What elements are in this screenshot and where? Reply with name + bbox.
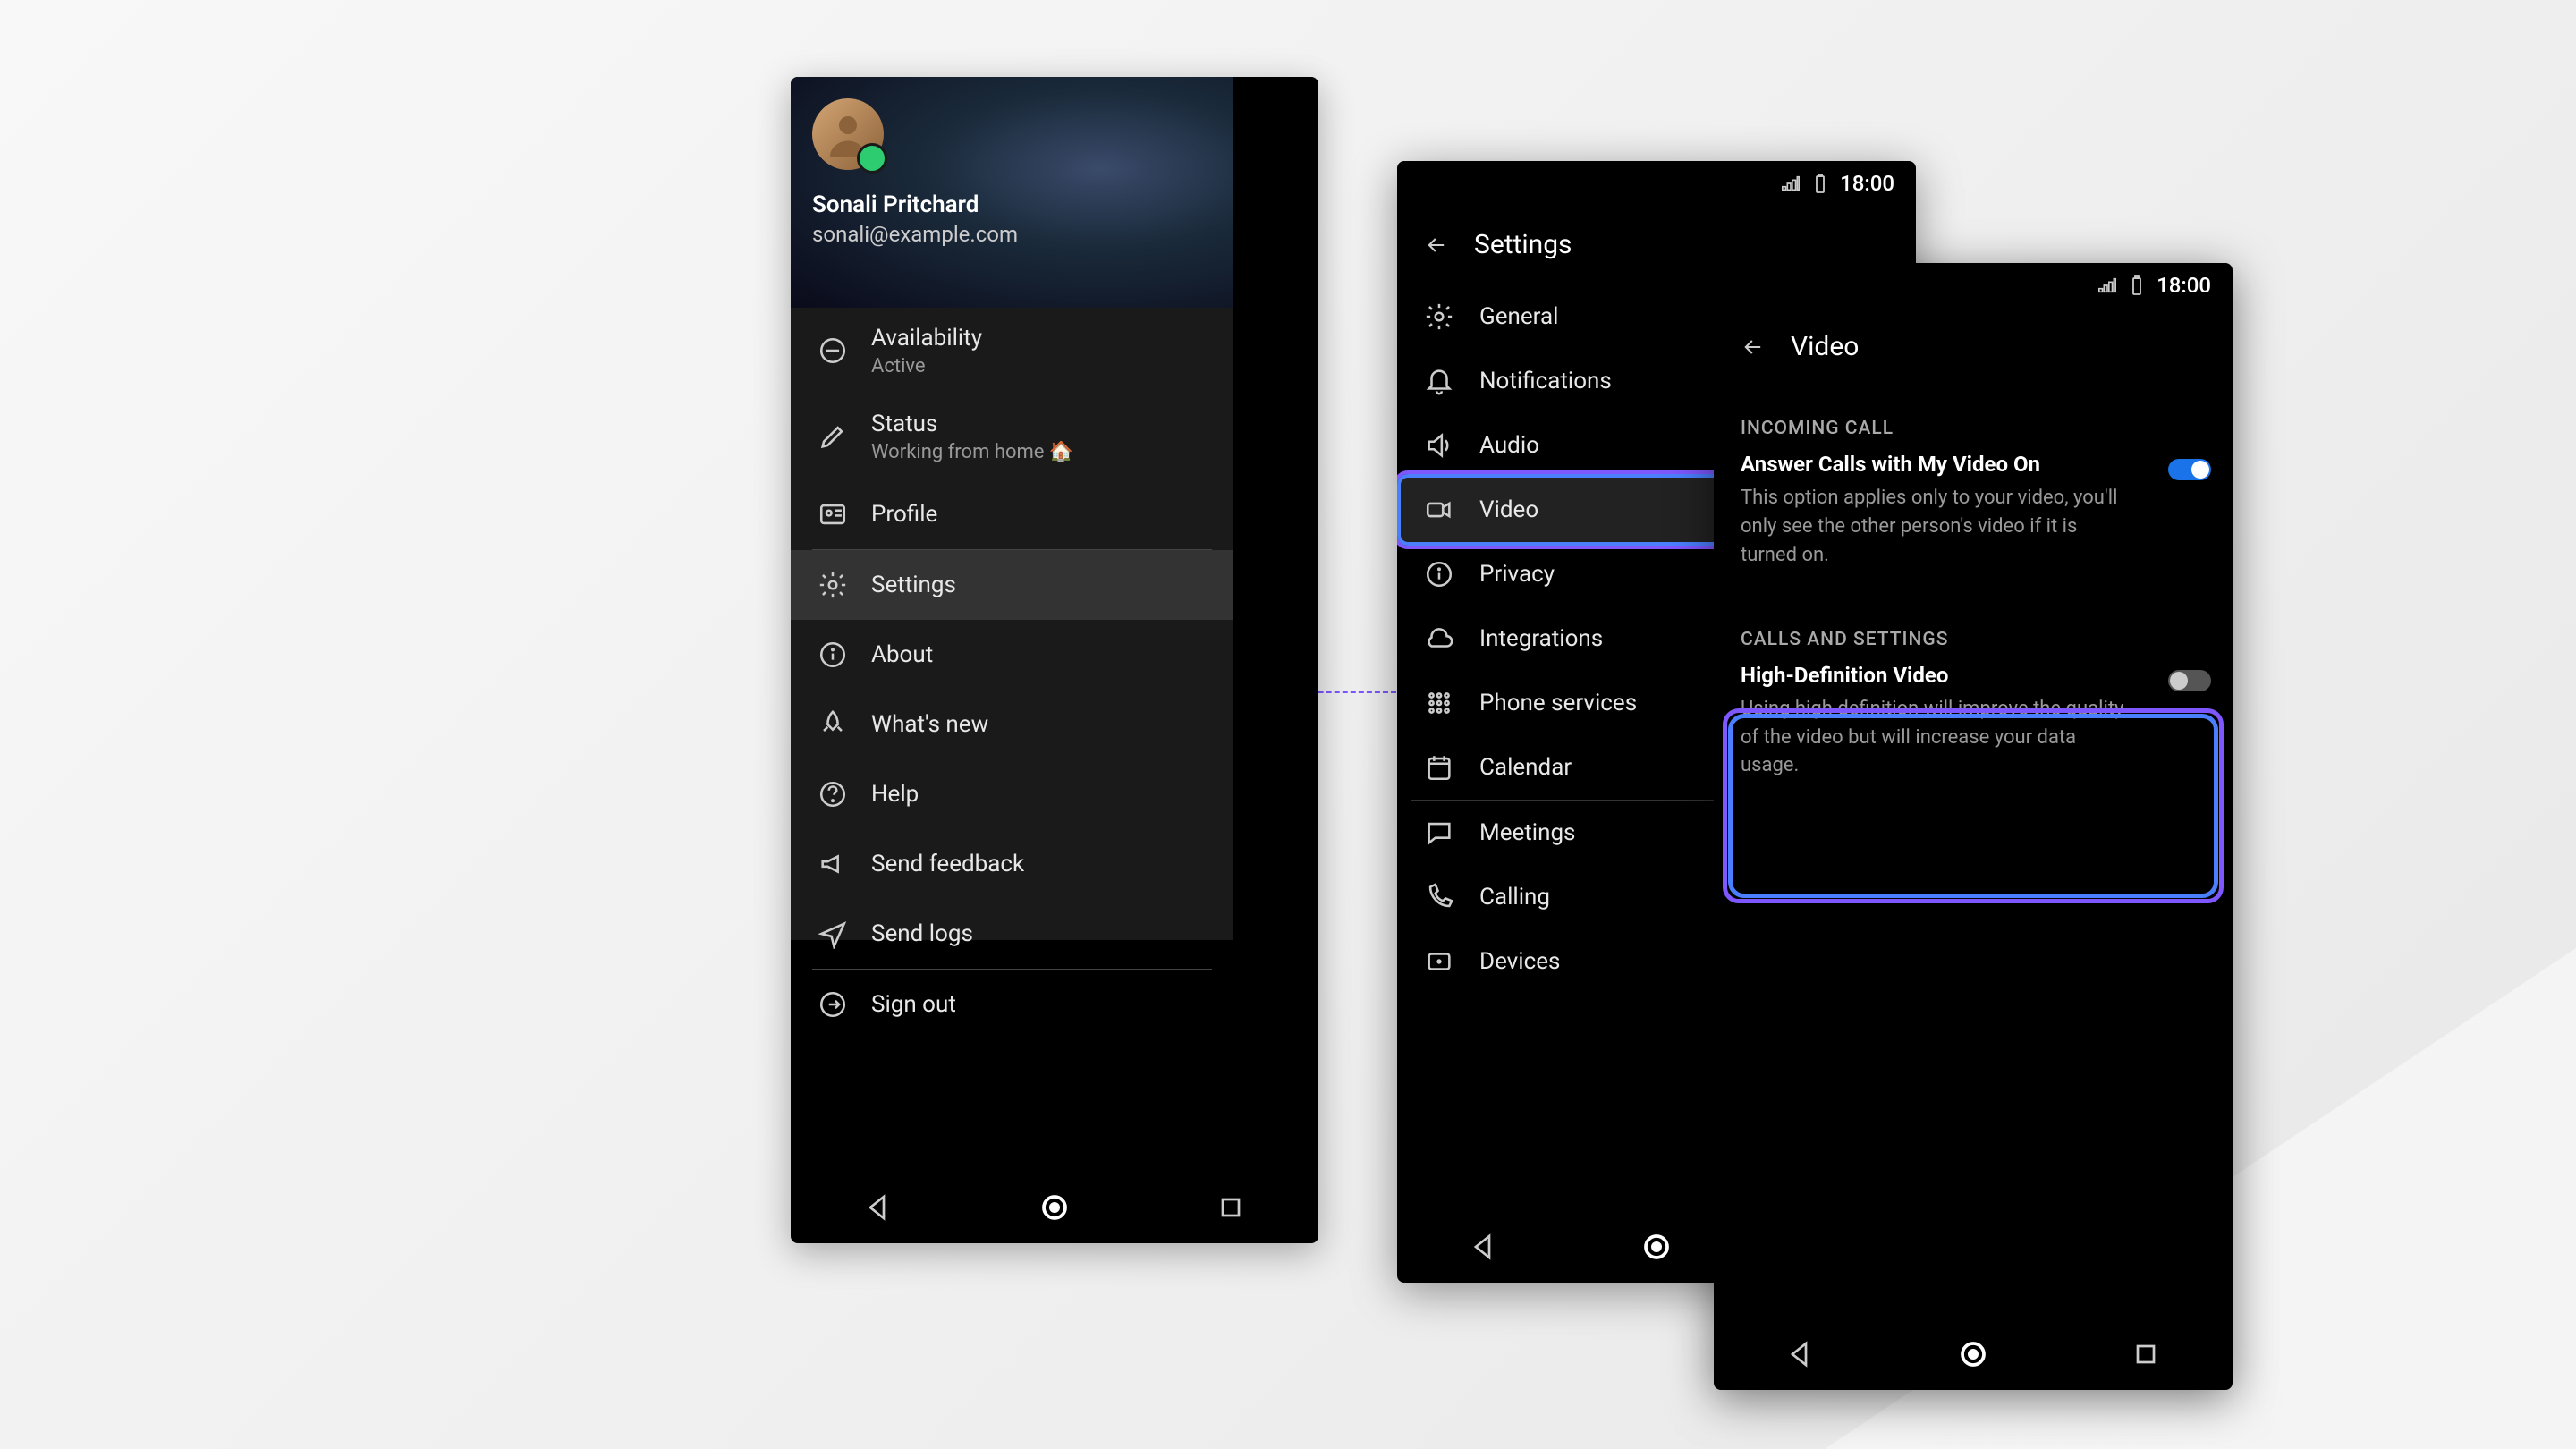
drawer-item-logs[interactable]: Send logs bbox=[791, 899, 1233, 969]
nav-back[interactable] bbox=[862, 1191, 894, 1224]
profile-card-icon bbox=[818, 499, 848, 530]
gear-icon bbox=[1424, 301, 1454, 332]
privacy-label: Privacy bbox=[1479, 561, 1555, 588]
dialpad-icon bbox=[1424, 688, 1454, 718]
avatar-wrap[interactable] bbox=[812, 98, 884, 170]
profile-name: Sonali Pritchard bbox=[812, 191, 1212, 218]
audio-label: Audio bbox=[1479, 432, 1539, 459]
back-arrow-icon[interactable] bbox=[1424, 233, 1449, 258]
profile-label: Profile bbox=[871, 501, 937, 528]
devices-icon bbox=[1424, 946, 1454, 977]
drawer-item-whatsnew[interactable]: What's new bbox=[791, 690, 1233, 759]
info-icon bbox=[818, 640, 848, 670]
battery-icon bbox=[1813, 173, 1827, 194]
drawer-item-profile[interactable]: Profile bbox=[791, 479, 1233, 549]
drawer-panel: Sonali Pritchard sonali@example.com Avai… bbox=[791, 77, 1233, 940]
phone-video-settings: 18:00 Video INCOMING CALL Answer Calls w… bbox=[1714, 263, 2233, 1390]
integrations-label: Integrations bbox=[1479, 625, 1603, 652]
battery-icon bbox=[2130, 275, 2144, 296]
rocket-icon bbox=[818, 709, 848, 740]
nav-back[interactable] bbox=[1784, 1338, 1817, 1370]
android-nav-bar bbox=[791, 1172, 1318, 1243]
status-label: Status bbox=[871, 411, 1073, 437]
devices-label: Devices bbox=[1479, 948, 1560, 975]
section-calls-settings: CALLS AND SETTINGS bbox=[1714, 597, 2233, 663]
signal-icon bbox=[1781, 174, 1801, 193]
profile-email: sonali@example.com bbox=[812, 222, 1212, 247]
privacy-icon bbox=[1424, 559, 1454, 589]
drawer-item-status[interactable]: Status Working from home 🏠 bbox=[791, 394, 1233, 479]
video-title: Video bbox=[1791, 331, 1859, 362]
send-icon bbox=[818, 919, 848, 949]
answer-video-toggle[interactable] bbox=[2168, 459, 2211, 480]
gear-icon bbox=[818, 570, 848, 600]
megaphone-icon bbox=[818, 849, 848, 879]
section-incoming-call: INCOMING CALL bbox=[1714, 386, 2233, 452]
drawer-item-feedback[interactable]: Send feedback bbox=[791, 829, 1233, 899]
cloud-icon bbox=[1424, 623, 1454, 654]
status-value: Working from home 🏠 bbox=[871, 441, 1073, 463]
setting-hd-video[interactable]: High-Definition Video Using high definit… bbox=[1714, 663, 2233, 799]
drawer-menu: Availability Active Status Working from … bbox=[791, 308, 1233, 1039]
availability-icon bbox=[818, 335, 848, 366]
video-icon bbox=[1424, 495, 1454, 525]
video-header: Video bbox=[1714, 308, 2233, 386]
help-label: Help bbox=[871, 781, 919, 808]
bell-icon bbox=[1424, 366, 1454, 396]
nav-home[interactable] bbox=[1957, 1338, 1989, 1370]
phoneservices-label: Phone services bbox=[1479, 690, 1637, 716]
availability-value: Active bbox=[871, 355, 982, 377]
nav-back[interactable] bbox=[1468, 1231, 1500, 1263]
status-bar: 18:00 bbox=[1714, 263, 2233, 308]
video-label: Video bbox=[1479, 496, 1538, 523]
drawer-item-availability[interactable]: Availability Active bbox=[791, 308, 1233, 394]
phone-profile-drawer: Sonali Pritchard sonali@example.com Avai… bbox=[791, 77, 1318, 1243]
status-time: 18:00 bbox=[2157, 273, 2211, 298]
answer-video-desc: This option applies only to your video, … bbox=[1741, 484, 2206, 570]
nav-home[interactable] bbox=[1038, 1191, 1071, 1224]
drawer-item-signout[interactable]: Sign out bbox=[791, 970, 1233, 1039]
chat-icon bbox=[1424, 818, 1454, 848]
drawer-item-settings[interactable]: Settings bbox=[791, 550, 1233, 620]
meetings-label: Meetings bbox=[1479, 819, 1575, 846]
general-label: General bbox=[1479, 303, 1558, 330]
help-icon bbox=[818, 779, 848, 809]
signout-icon bbox=[818, 989, 848, 1020]
hd-video-title: High-Definition Video bbox=[1741, 663, 2206, 688]
about-label: About bbox=[871, 641, 933, 668]
logs-label: Send logs bbox=[871, 920, 973, 947]
presence-indicator bbox=[857, 143, 887, 174]
speaker-icon bbox=[1424, 430, 1454, 461]
whatsnew-label: What's new bbox=[871, 711, 988, 738]
hd-video-toggle[interactable] bbox=[2168, 670, 2211, 691]
availability-label: Availability bbox=[871, 325, 982, 352]
status-bar: 18:00 bbox=[1397, 161, 1916, 206]
calendar-label: Calendar bbox=[1479, 754, 1572, 781]
nav-recent[interactable] bbox=[2130, 1338, 2162, 1370]
back-arrow-icon[interactable] bbox=[1741, 335, 1766, 360]
android-nav-bar bbox=[1714, 1318, 2233, 1390]
status-time: 18:00 bbox=[1840, 171, 1894, 196]
feedback-label: Send feedback bbox=[871, 851, 1024, 877]
nav-home[interactable] bbox=[1640, 1231, 1673, 1263]
phone-icon bbox=[1424, 882, 1454, 912]
pencil-icon bbox=[818, 421, 848, 452]
profile-header: Sonali Pritchard sonali@example.com bbox=[791, 77, 1233, 308]
drawer-item-help[interactable]: Help bbox=[791, 759, 1233, 829]
settings-label: Settings bbox=[871, 572, 956, 598]
answer-video-title: Answer Calls with My Video On bbox=[1741, 452, 2206, 477]
nav-recent[interactable] bbox=[1215, 1191, 1247, 1224]
hd-video-desc: Using high definition will improve the q… bbox=[1741, 695, 2206, 781]
calling-label: Calling bbox=[1479, 884, 1550, 911]
drawer-item-about[interactable]: About bbox=[791, 620, 1233, 690]
signal-icon bbox=[2097, 275, 2117, 295]
setting-answer-video[interactable]: Answer Calls with My Video On This optio… bbox=[1714, 452, 2233, 588]
notifications-label: Notifications bbox=[1479, 368, 1612, 394]
calendar-icon bbox=[1424, 752, 1454, 783]
signout-label: Sign out bbox=[871, 991, 956, 1018]
settings-title: Settings bbox=[1474, 229, 1572, 260]
